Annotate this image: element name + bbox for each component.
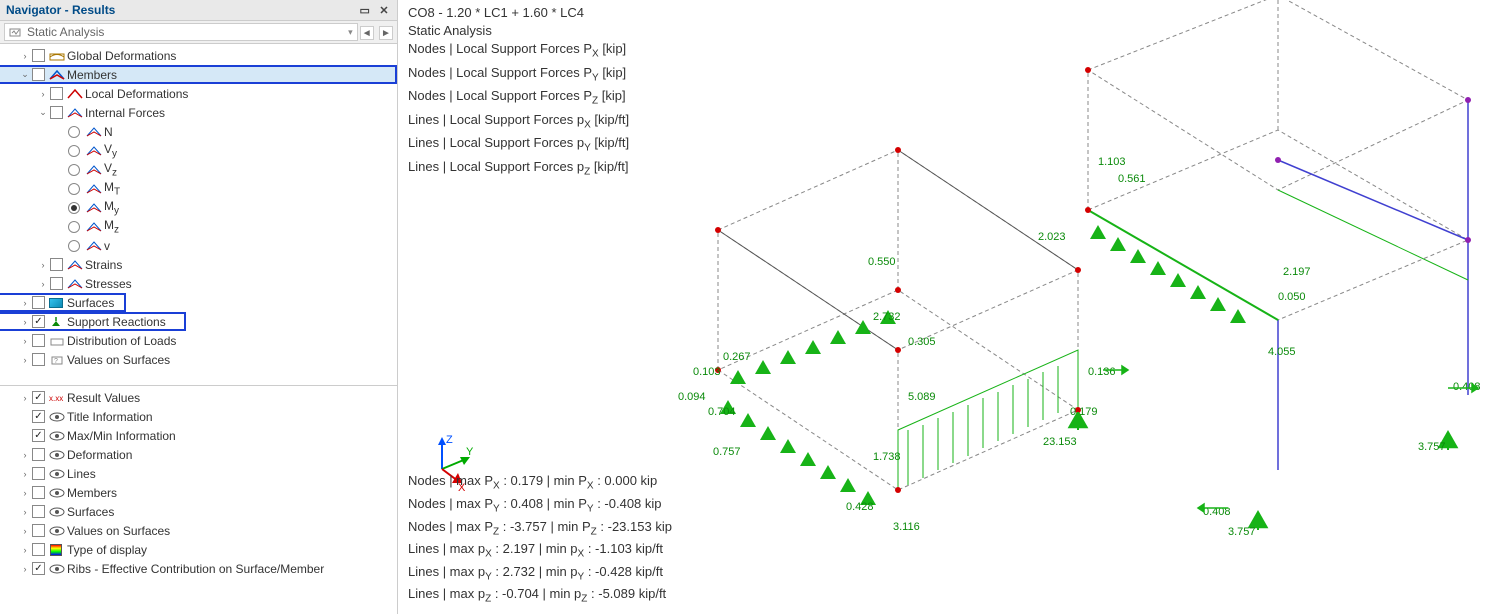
support-icon [49, 316, 65, 328]
svg-text:2.197: 2.197 [1283, 266, 1311, 278]
node-supports [1068, 97, 1471, 528]
tree-if-N[interactable]: N [0, 122, 397, 141]
tree-support-reactions[interactable]: ›Support Reactions [0, 312, 186, 331]
svg-text:4.055: 4.055 [1268, 346, 1296, 358]
svg-text:x.xx: x.xx [49, 394, 63, 403]
svg-text:1.738: 1.738 [873, 451, 901, 463]
tree-strains[interactable]: ›Strains [0, 255, 397, 274]
close-icon[interactable]: ✕ [377, 4, 391, 17]
display-options-tree: ›x.xxResult Values Title Information Max… [0, 385, 397, 575]
svg-text:?: ? [54, 358, 58, 365]
svg-text:0.103: 0.103 [693, 366, 721, 378]
svg-text:0.550: 0.550 [868, 256, 896, 268]
opt-title-information[interactable]: Title Information [0, 407, 397, 426]
opt-values-on-surfaces[interactable]: ›Values on Surfaces [0, 521, 397, 540]
tree-distribution-of-loads[interactable]: ›Distribution of Loads [0, 331, 397, 350]
pin-icon[interactable]: ▭ [358, 4, 372, 17]
svg-text:2.732: 2.732 [873, 311, 901, 323]
tree-local-deformations[interactable]: ›Local Deformations [0, 84, 397, 103]
svg-text:5.089: 5.089 [908, 391, 936, 403]
analysis-type-label: Static Analysis [27, 25, 104, 39]
colorbar-icon [50, 544, 62, 556]
analysis-icon [9, 26, 23, 38]
tree-if-Vy[interactable]: Vy [0, 141, 397, 160]
model-svg: 1.103 0.561 2.023 2.197 0.050 0.550 2.73… [398, 0, 1512, 614]
prev-button[interactable]: ◄ [360, 26, 374, 40]
tree-if-My[interactable]: My [0, 198, 397, 217]
svg-text:3.757: 3.757 [1418, 441, 1446, 453]
tree-members[interactable]: ⌄Members [0, 65, 397, 84]
svg-text:0.305: 0.305 [908, 336, 936, 348]
tree-if-Vz[interactable]: Vz [0, 160, 397, 179]
model-viewport[interactable]: CO8 - 1.20 * LC1 + 1.60 * LC4 Static Ana… [398, 0, 1512, 614]
opt-result-values[interactable]: ›x.xxResult Values [0, 388, 397, 407]
opt-ribs[interactable]: ›Ribs - Effective Contribution on Surfac… [0, 559, 397, 575]
tree-global-deformations[interactable]: ›Global Deformations [0, 46, 397, 65]
svg-text:23.153: 23.153 [1043, 436, 1077, 448]
navigator-title: Navigator - Results [6, 3, 356, 17]
value-labels: 1.103 0.561 2.023 2.197 0.050 0.550 2.73… [678, 156, 1481, 538]
svg-text:2.023: 2.023 [1038, 231, 1066, 243]
tree-if-MT[interactable]: MT [0, 179, 397, 198]
next-button[interactable]: ► [379, 26, 393, 40]
chevron-down-icon: ▾ [348, 27, 353, 38]
svg-text:3.116: 3.116 [893, 521, 920, 533]
tree-values-on-surfaces[interactable]: ›?Values on Surfaces [0, 350, 397, 369]
y-reaction-arrows [1103, 366, 1478, 512]
svg-text:0.094: 0.094 [678, 391, 706, 403]
navigator-toolbar: Static Analysis ▾ ◄ ► [0, 21, 397, 44]
svg-text:0.704: 0.704 [708, 406, 736, 418]
line-supports-right [1090, 225, 1246, 323]
svg-text:0.561: 0.561 [1118, 173, 1146, 185]
right-building-blue [1278, 100, 1468, 470]
opt-lines[interactable]: ›Lines [0, 464, 397, 483]
z-reaction-arrows [1074, 412, 1452, 530]
opt-members[interactable]: ›Members [0, 483, 397, 502]
load-hatch-left [898, 350, 1078, 490]
svg-text:0.757: 0.757 [713, 446, 741, 458]
svg-text:0.428: 0.428 [846, 501, 874, 513]
analysis-type-combo[interactable]: Static Analysis ▾ [4, 23, 358, 41]
line-supports-left-diag [730, 310, 896, 384]
svg-text:0.267: 0.267 [723, 351, 751, 363]
opt-maxmin-information[interactable]: Max/Min Information [0, 426, 397, 445]
opt-deformation[interactable]: ›Deformation [0, 445, 397, 464]
svg-text:0.179: 0.179 [1070, 406, 1098, 418]
opt-surfaces[interactable]: ›Surfaces [0, 502, 397, 521]
navigator-panel: Navigator - Results ▭ ✕ Static Analysis … [0, 0, 398, 614]
svg-text:3.757: 3.757 [1228, 526, 1256, 538]
opt-type-of-display[interactable]: ›Type of display [0, 540, 397, 559]
results-tree: ›Global Deformations ⌄Members ›Local Def… [0, 44, 397, 614]
surface-icon [49, 298, 63, 308]
navigator-header: Navigator - Results ▭ ✕ [0, 0, 397, 21]
tree-internal-forces[interactable]: ⌄Internal Forces [0, 103, 397, 122]
svg-text:1.103: 1.103 [1098, 156, 1126, 168]
svg-text:0.050: 0.050 [1278, 291, 1306, 303]
tree-surfaces[interactable]: ›Surfaces [0, 293, 126, 312]
line-supports-left-front [720, 400, 876, 505]
tree-if-Mz[interactable]: Mz [0, 217, 397, 236]
tree-stresses[interactable]: ›Stresses [0, 274, 397, 293]
tree-if-v[interactable]: v [0, 236, 397, 255]
svg-text:0.136: 0.136 [1088, 366, 1116, 378]
